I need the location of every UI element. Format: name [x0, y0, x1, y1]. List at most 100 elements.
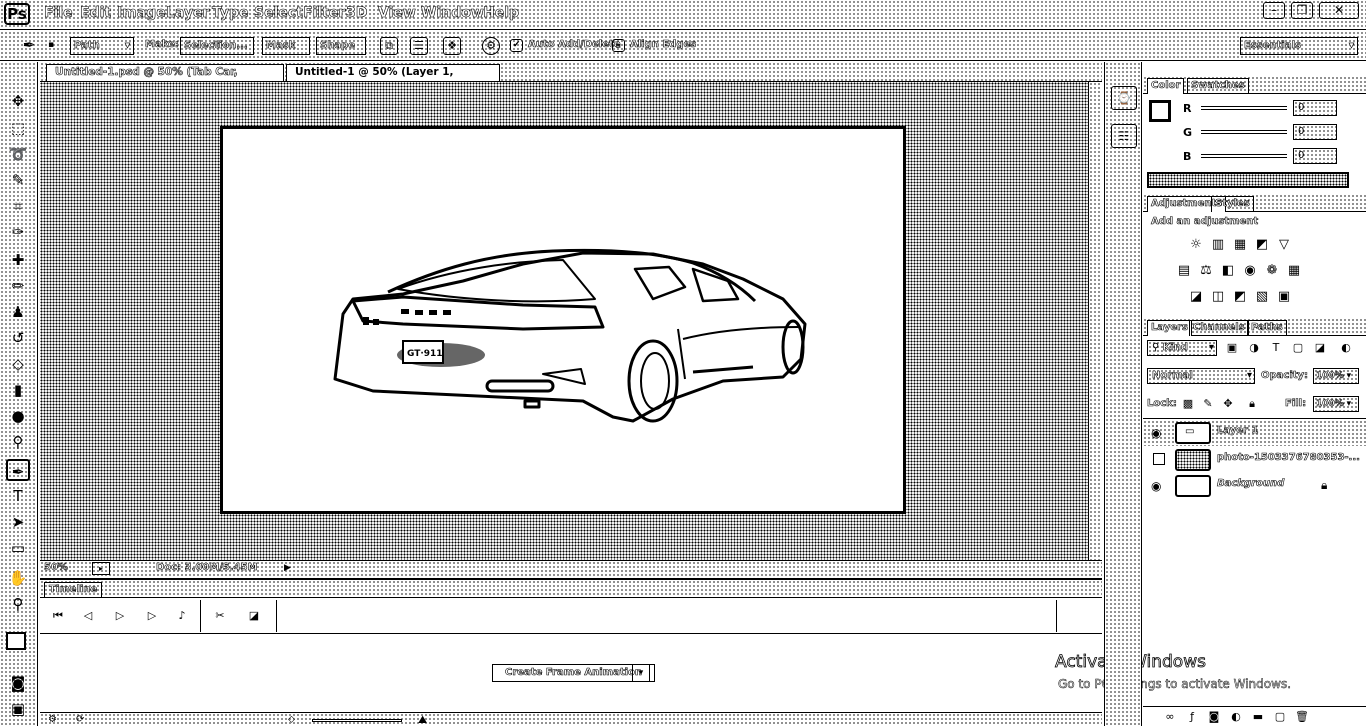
convert-to-frames-icon[interactable]: ✂	[212, 608, 228, 624]
play-icon[interactable]: ▷	[112, 608, 128, 624]
gradient-map-icon[interactable]: ▧	[1253, 288, 1271, 306]
threshold-icon[interactable]: ◩	[1231, 288, 1249, 306]
make-selection-button[interactable]: Selection...	[180, 37, 254, 55]
next-frame-icon[interactable]: ▷	[144, 608, 160, 624]
menu-filter[interactable]: Filter	[303, 5, 346, 22]
foreground-color-swatch[interactable]	[6, 632, 26, 650]
channel-b-value[interactable]: 0	[1293, 148, 1337, 164]
channel-g-slider[interactable]	[1201, 130, 1287, 134]
tab-channels[interactable]: Channels	[1189, 320, 1249, 336]
hue-saturation-icon[interactable]: ▤	[1175, 262, 1193, 280]
document-canvas[interactable]: GT·911	[220, 126, 906, 514]
type-tool-icon[interactable]: T	[6, 485, 30, 507]
color-foreground-swatch[interactable]	[1149, 100, 1171, 122]
gradient-tool-icon[interactable]: ▮	[6, 379, 30, 401]
document-tab-1[interactable]: Untitled-1.psd @ 50% (Tab Car, RGB/8)	[46, 64, 284, 93]
filter-type-icon[interactable]: T	[1267, 340, 1285, 356]
layer-row-layer-1[interactable]: ◉ ▭ Layer 1	[1143, 420, 1366, 446]
make-mask-button[interactable]: Mask	[262, 37, 310, 55]
layer-visibility-eye-icon[interactable]: ◉	[1151, 479, 1161, 493]
eraser-tool-icon[interactable]: ◇	[6, 353, 30, 375]
tab-color[interactable]: Color	[1147, 78, 1185, 94]
quick-mask-icon[interactable]: ◙	[6, 672, 30, 694]
filter-smart-object-icon[interactable]: ◪	[1311, 340, 1329, 356]
link-layers-icon[interactable]: ∞	[1161, 709, 1179, 725]
new-adjustment-layer-icon[interactable]: ◐	[1227, 709, 1245, 725]
layer-visibility-off-box[interactable]	[1153, 453, 1165, 465]
clone-stamp-tool-icon[interactable]: ♟	[6, 301, 30, 323]
menu-file[interactable]: File	[44, 5, 73, 22]
new-group-icon[interactable]: ▬	[1249, 709, 1267, 725]
auto-add-delete-checkbox[interactable]: ✔	[510, 39, 523, 52]
color-balance-icon[interactable]: ⚖	[1197, 262, 1215, 280]
quick-selection-tool-icon[interactable]: ✎	[6, 169, 30, 191]
properties-panel-icon[interactable]: ☷	[1111, 124, 1137, 148]
history-brush-tool-icon[interactable]: ↺	[6, 327, 30, 349]
path-operations-icon[interactable]: ⧉	[380, 37, 398, 55]
black-white-icon[interactable]: ◧	[1219, 262, 1237, 280]
blur-tool-icon[interactable]: ●	[6, 405, 30, 427]
lock-transparent-icon[interactable]: ▩	[1179, 396, 1197, 412]
settings-gear-icon[interactable]: ⚙	[482, 37, 500, 55]
exposure-icon[interactable]: ◩	[1253, 236, 1271, 254]
menu-help[interactable]: Help	[483, 5, 520, 22]
brush-tool-icon[interactable]: ✏	[6, 275, 30, 297]
vibrance-icon[interactable]: ▽	[1275, 236, 1293, 254]
fill-field[interactable]: 100% ▾	[1313, 396, 1359, 412]
lasso-tool-icon[interactable]: ➰	[6, 143, 30, 165]
menu-edit[interactable]: Edit	[80, 5, 112, 22]
color-lookup-icon[interactable]: ▦	[1285, 262, 1303, 280]
eyedropper-tool-icon[interactable]: ✑	[6, 221, 30, 243]
path-mode-select[interactable]: Path ▾	[70, 37, 134, 55]
layer-row-background[interactable]: ◉ Background 🔒︎	[1143, 473, 1366, 499]
create-animation-dropdown-icon[interactable]: ▾	[632, 664, 650, 682]
filter-adjustment-icon[interactable]: ◑	[1245, 340, 1263, 356]
layer-name[interactable]: Background	[1217, 478, 1285, 490]
tab-layers[interactable]: Layers	[1147, 320, 1192, 336]
blend-mode-select[interactable]: Normal ▾	[1147, 368, 1255, 384]
previous-frame-icon[interactable]: ◁	[80, 608, 96, 624]
opacity-field[interactable]: 100% ▾	[1313, 368, 1359, 384]
curves-icon[interactable]: ▦	[1231, 236, 1249, 254]
menu-3d[interactable]: 3D	[346, 5, 368, 22]
render-video-icon[interactable]: ◪	[246, 608, 262, 624]
minimize-icon[interactable]: –	[1263, 2, 1285, 19]
filter-shape-icon[interactable]: ▢	[1289, 340, 1307, 356]
make-shape-button[interactable]: Shape	[316, 37, 366, 55]
create-frame-animation-button[interactable]: Create Frame Animation	[492, 664, 656, 682]
rectangle-tool-icon[interactable]: ▭	[6, 537, 30, 559]
healing-brush-tool-icon[interactable]: ✚	[6, 249, 30, 271]
layer-filter-kind-select[interactable]: ⚲ Kind ▾	[1147, 340, 1217, 356]
hand-tool-icon[interactable]: ✋	[6, 567, 30, 589]
zoom-level[interactable]: 50%	[44, 562, 69, 574]
tab-paths[interactable]: Paths	[1247, 320, 1287, 336]
selective-color-icon[interactable]: ▣	[1275, 288, 1293, 306]
pen-tool-icon[interactable]: ✒	[20, 37, 38, 55]
crop-tool-icon[interactable]: ⌗	[6, 195, 30, 217]
status-menu-icon[interactable]: ▸	[92, 562, 110, 575]
lock-position-icon[interactable]: ✥	[1219, 396, 1237, 412]
restore-icon[interactable]: ❐	[1291, 2, 1313, 19]
timeline-zoom-slider[interactable]	[312, 719, 402, 722]
tool-preset-arrow-icon[interactable]: ▪	[44, 37, 58, 55]
levels-icon[interactable]: ▥	[1209, 236, 1227, 254]
path-arrangement-icon[interactable]: ❖	[443, 37, 461, 55]
color-spectrum-ramp[interactable]	[1147, 172, 1349, 188]
channel-mixer-icon[interactable]: ❁	[1263, 262, 1281, 280]
timeline-zoom-in-icon[interactable]: ⛰	[418, 713, 427, 726]
workspace-select[interactable]: Essentials ▾	[1240, 37, 1358, 55]
menu-select[interactable]: Select	[254, 5, 303, 22]
screen-mode-icon[interactable]: ▣	[6, 698, 30, 720]
move-tool-icon[interactable]: ✥	[6, 90, 30, 112]
layer-visibility-eye-icon[interactable]: ◉	[1151, 426, 1161, 440]
filter-toggle-icon[interactable]: ◐	[1337, 340, 1355, 356]
dodge-tool-icon[interactable]: ⚲	[6, 431, 30, 453]
timeline-settings-icon[interactable]: ⚙	[48, 714, 57, 725]
lock-all-icon[interactable]: 🔒︎	[1243, 396, 1261, 412]
tab-styles[interactable]: Styles	[1211, 196, 1254, 212]
delete-layer-icon[interactable]: 🗑︎	[1293, 709, 1311, 725]
path-selection-tool-icon[interactable]: ➤	[6, 511, 30, 533]
pen-tool-icon[interactable]: ✒	[6, 459, 30, 481]
invert-icon[interactable]: ◪	[1187, 288, 1205, 306]
document-tab-active[interactable]: Untitled-1 @ 50% (Layer 1, RGB/8) * ×	[286, 64, 500, 93]
